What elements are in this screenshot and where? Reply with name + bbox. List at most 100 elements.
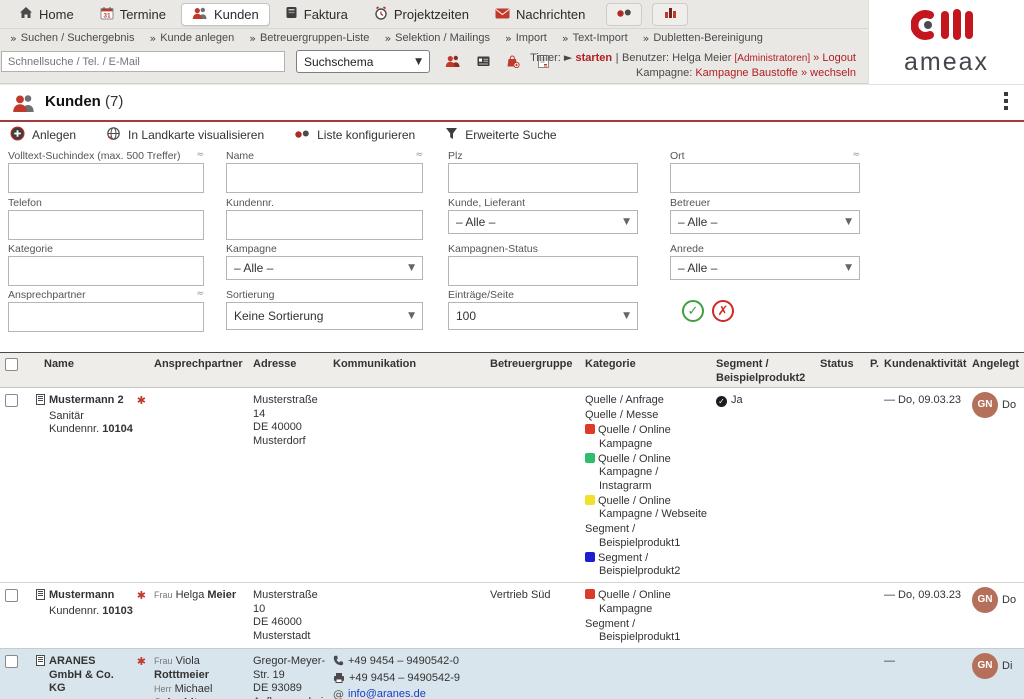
select-all-checkbox[interactable] [5, 358, 18, 371]
subnav-text-import[interactable]: »Text-Import [562, 32, 628, 45]
anrede-select[interactable]: – Alle –▼ [670, 256, 860, 280]
phonetic-search-icon: ≈ [415, 150, 423, 160]
betreuer-select[interactable]: – Alle –▼ [670, 210, 860, 234]
activity-cell: — [884, 649, 972, 699]
kampagne-select[interactable]: – Alle –▼ [226, 256, 423, 280]
created-date: Di [1002, 653, 1012, 674]
sortierung-select[interactable]: Keine Sortierung▼ [226, 302, 423, 330]
table-row[interactable]: Mustermann Kundennr. 10103 ✱ Frau Helga … [0, 582, 1024, 648]
globe-icon [106, 126, 121, 144]
create-button[interactable]: Anlegen [10, 126, 76, 144]
configure-list-button[interactable]: Liste konfigurieren [294, 128, 415, 142]
map-visualize-button[interactable]: In Landkarte visualisieren [106, 126, 264, 144]
p-cell [870, 583, 884, 648]
calendar-icon: 31 [100, 6, 114, 23]
advanced-search-button[interactable]: Erweiterte Suche [445, 127, 556, 143]
communication-cell [333, 388, 490, 582]
segment-cell [716, 583, 820, 648]
subnav-suchen[interactable]: »Suchen / Suchergebnis [10, 32, 134, 45]
company-icon [36, 655, 45, 671]
chevron-down-icon: ▼ [623, 311, 630, 321]
plz-input[interactable] [448, 163, 638, 193]
quick-search-input[interactable] [1, 51, 285, 72]
user-role: [Administratoren] [735, 53, 811, 64]
telefon-input[interactable] [8, 210, 204, 240]
subnav-betreuergruppen[interactable]: »Betreuergruppen-Liste [249, 32, 369, 45]
ameax-logo-icon [911, 8, 983, 47]
tab-projektzeiten[interactable]: Projektzeiten [363, 2, 480, 27]
kampagne-switch-link[interactable]: » wechseln [801, 67, 856, 79]
category-color-swatch [585, 453, 595, 463]
chevron-down-icon: ▼ [845, 263, 852, 273]
kategorie-input[interactable] [8, 256, 204, 286]
kebab-menu-button[interactable] [1004, 92, 1008, 110]
betreuergruppe-cell [490, 649, 585, 699]
subnav-dubletten[interactable]: »Dubletten-Bereinigung [643, 32, 763, 45]
kundennr-input[interactable] [226, 210, 423, 240]
page-header: Kunden (7) [0, 85, 1024, 122]
tab-projektzeiten-label: Projektzeiten [394, 7, 469, 22]
invoice-icon [285, 6, 298, 22]
add-contact-button[interactable] [443, 52, 463, 70]
tab-termine[interactable]: 31 Termine [89, 2, 177, 27]
activity-cell: — Do, 09.03.23 [884, 388, 972, 582]
communication-cell: +49 9454 – 9490542-0 +49 9454 – 9490542-… [333, 649, 490, 699]
ort-input[interactable] [670, 163, 860, 193]
volltext-input[interactable] [8, 163, 204, 193]
table-row[interactable]: Mustermann 2 Sanitär Kundennr. 10104 ✱ M… [0, 388, 1024, 582]
created-cell: GN Di [972, 649, 1024, 699]
ort-label: Ort [670, 150, 685, 162]
status-cell [820, 388, 870, 582]
apply-filter-button[interactable]: ✓ [682, 300, 704, 322]
contacts-cell: Frau Helga Meier [154, 583, 253, 648]
plus-circle-icon [10, 126, 25, 144]
category-item: Quelle / Messe [585, 409, 713, 423]
email-link[interactable]: info@aranes.de [348, 688, 426, 699]
kampagnen-status-input[interactable] [448, 256, 638, 286]
created-cell: GN Do [972, 388, 1024, 582]
activity-cell: — Do, 09.03.23 [884, 583, 972, 648]
chevron-icon: » [10, 32, 17, 45]
col-kommunikation: Kommunikation [333, 353, 490, 387]
subnav-selektion[interactable]: »Selektion / Mailings [384, 32, 490, 45]
customer-number: 10104 [102, 423, 133, 435]
eintraege-select[interactable]: 100▼ [448, 302, 638, 330]
tab-faktura[interactable]: Faktura [274, 2, 359, 26]
subnav-kunde-anlegen[interactable]: »Kunde anlegen [149, 32, 234, 45]
bar-chart-icon [664, 5, 677, 23]
subnav-import[interactable]: »Import [505, 32, 547, 45]
address-card-button[interactable] [473, 52, 493, 70]
avatar: GN [972, 392, 998, 418]
company-icon [36, 589, 45, 605]
communication-cell [333, 583, 490, 648]
statistics-button[interactable] [652, 3, 688, 26]
kunde-lieferant-select[interactable]: – Alle –▼ [448, 210, 638, 234]
configure-view-button[interactable] [606, 3, 642, 26]
category-color-swatch [585, 495, 595, 505]
customers-icon [12, 94, 36, 117]
tab-kunden[interactable]: Kunden [181, 3, 270, 26]
tab-nachrichten[interactable]: Nachrichten [484, 3, 596, 26]
name-input[interactable] [226, 163, 423, 193]
customer-name: Mustermann [49, 589, 114, 603]
segment-cell: ✓Ja [716, 388, 820, 582]
avatar: GN [972, 653, 998, 679]
tab-home[interactable]: Home [8, 2, 85, 26]
row-checkbox[interactable] [5, 589, 18, 602]
svg-text:31: 31 [103, 12, 111, 19]
col-angelegt: Angelegt [972, 353, 1024, 387]
timer-start-link[interactable]: starten [575, 52, 612, 64]
logout-link[interactable]: » Logout [813, 52, 856, 64]
row-checkbox[interactable] [5, 655, 18, 668]
tab-termine-label: Termine [120, 7, 166, 22]
customer-branch: Sanitär [36, 410, 151, 424]
row-checkbox[interactable] [5, 394, 18, 407]
list-toolbar: Anlegen In Landkarte visualisieren Liste… [0, 124, 1024, 146]
chevron-down-icon: ▼ [845, 217, 852, 227]
suchschema-select[interactable]: Suchschema ▼ [296, 50, 430, 73]
reset-filter-button[interactable]: ✗ [712, 300, 734, 322]
add-order-button[interactable] [503, 52, 523, 70]
ansprechpartner-input[interactable] [8, 302, 204, 332]
table-row-selected[interactable]: ARANES GmbH & Co. KG ✱ Frau Viola Rotttm… [0, 648, 1024, 699]
category-color-swatch [585, 589, 595, 599]
